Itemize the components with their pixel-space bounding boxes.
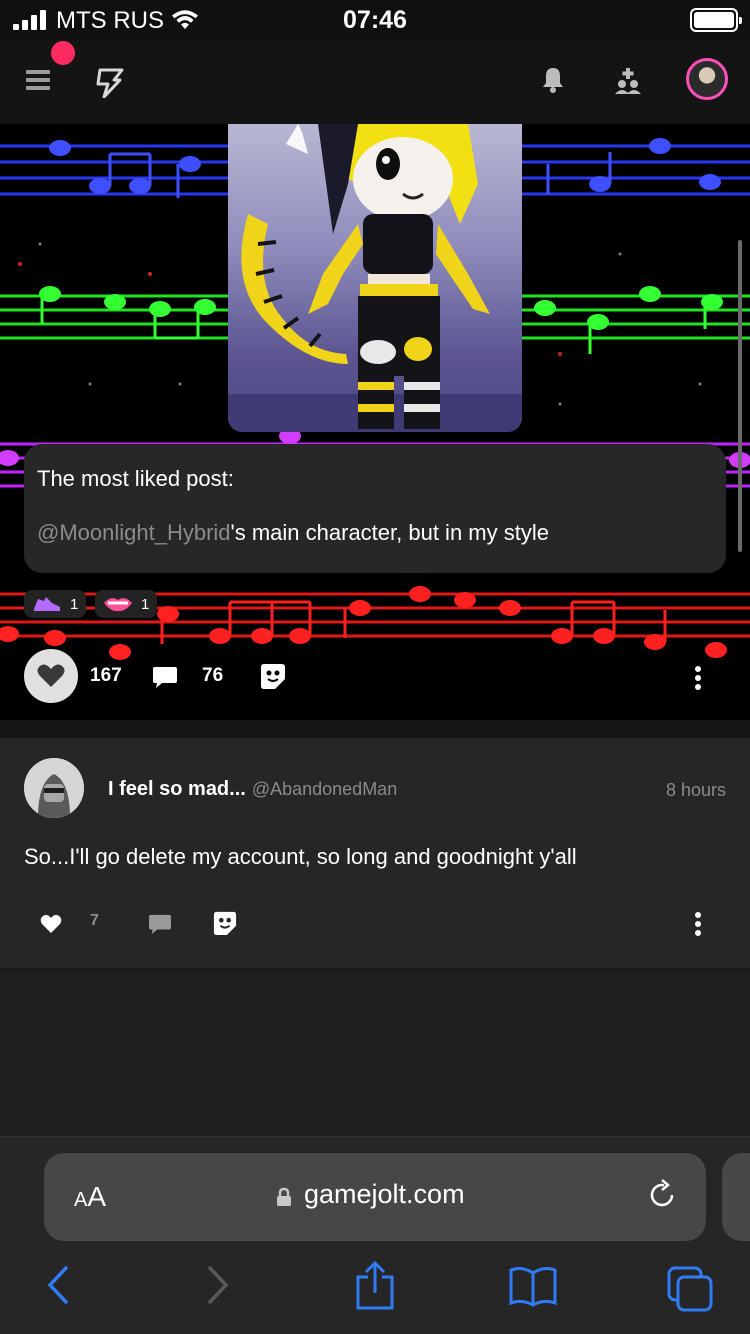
heart-icon [37,664,65,687]
caption-line1: The most liked post: [37,466,234,491]
app-top-bar [0,40,750,124]
lock-icon [277,1187,291,1206]
browser-toolbar: AA gamejolt.com [0,1136,750,1334]
feed-post: I feel so mad... @AbandonedMan 8 hours So… [0,738,750,968]
caption-line2: @Moonlight_Hybrid's main character, but … [37,520,549,546]
post-caption: The most liked post: @Moonlight_Hybrid's… [24,444,726,573]
reaction-count: 1 [70,595,79,613]
pink-lips-sticker-icon [104,598,132,612]
share-icon[interactable] [354,1261,396,1311]
menu-icon[interactable] [26,70,50,90]
text-size-big: A [87,1181,107,1212]
author-avatar[interactable] [24,758,84,818]
add-friend-icon[interactable] [614,66,642,94]
comment-icon[interactable] [152,665,178,689]
post-body: So...I'll go delete my account, so long … [24,844,577,869]
reaction-chip-shoe[interactable]: 1 [24,590,87,618]
forward-icon[interactable] [204,1265,232,1305]
comment-count: 76 [202,665,224,686]
address-bar[interactable]: AA gamejolt.com [44,1153,706,1241]
author-handle[interactable]: @AbandonedMan [252,779,397,799]
bell-icon[interactable] [542,66,564,94]
back-icon[interactable] [44,1265,72,1305]
url-text[interactable]: gamejolt.com [304,1179,465,1210]
bookmarks-icon[interactable] [508,1265,558,1307]
caption-text: 's main character, but in my style [230,520,549,545]
comment-icon[interactable] [148,913,172,935]
featured-post: The most liked post: @Moonlight_Hybrid's… [0,124,750,720]
text-size-small: A [74,1189,88,1211]
battery-icon [690,8,742,32]
sticker-icon[interactable] [260,662,286,690]
gamejolt-logo-icon[interactable] [96,68,124,98]
mention-link[interactable]: @Moonlight_Hybrid [37,520,231,545]
post-title-text[interactable]: I feel so mad... [108,778,246,800]
sticker-icon[interactable] [213,910,237,936]
character-drawing [228,124,522,432]
like-button[interactable] [24,649,78,703]
reaction-count: 1 [141,595,150,613]
post-time: 8 hours [665,780,726,800]
post-artwork[interactable] [228,124,522,432]
next-tab-preview[interactable] [722,1153,750,1241]
scrollbar[interactable] [738,240,742,552]
hooded-figure-avatar [24,758,84,818]
clock: 07:46 [343,6,407,34]
notification-dot [51,41,75,65]
more-options-icon[interactable] [694,912,702,936]
post-title[interactable]: I feel so mad... @AbandonedMan [108,778,397,801]
divider [0,720,750,738]
purple-shoe-sticker-icon [34,597,60,611]
reaction-chip-lips[interactable]: 1 [95,590,158,618]
text-size-button[interactable]: AA [74,1181,106,1213]
user-avatar[interactable] [686,58,728,100]
like-count: 7 [90,912,99,929]
divider [0,968,750,972]
tabs-icon[interactable] [666,1265,714,1313]
heart-icon[interactable] [40,914,62,934]
like-count: 167 [90,665,122,686]
reload-icon[interactable] [644,1177,680,1213]
status-bar: MTS RUS 07:46 [0,0,750,40]
more-options-icon[interactable] [694,666,702,690]
